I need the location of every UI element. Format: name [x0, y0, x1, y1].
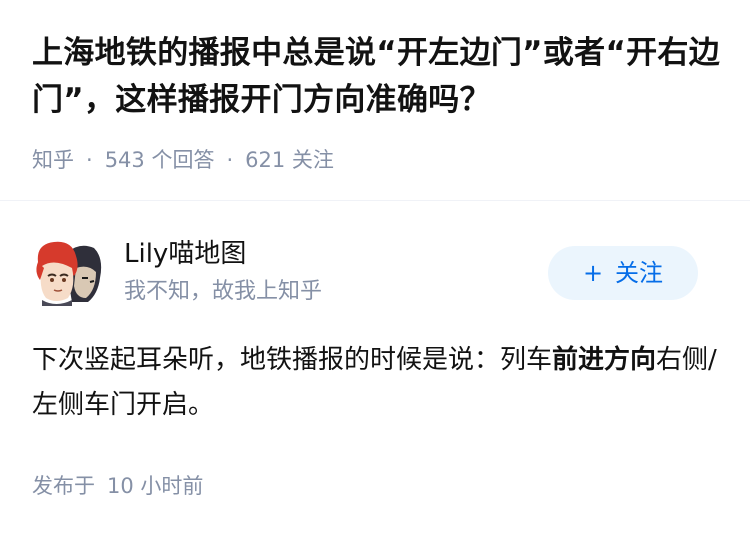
answer-timestamp: 发布于 10 小时前 — [32, 471, 203, 501]
answer-count[interactable]: 543 个回答 — [105, 148, 215, 172]
published-label: 发布于 — [32, 474, 95, 498]
avatar-illustration — [32, 238, 104, 306]
plus-icon: + — [582, 259, 604, 287]
separator-dot: · — [226, 148, 234, 172]
follower-count[interactable]: 621 关注 — [245, 148, 334, 172]
section-divider — [0, 200, 750, 201]
question-header: 上海地铁的播报中总是说“开左边门”或者“开右边门”，这样播报开门方向准确吗？ — [32, 30, 722, 124]
author-name[interactable]: Lily喵地图 — [124, 236, 246, 272]
question-meta: 知乎 · 543 个回答 · 621 关注 — [32, 145, 334, 175]
source-label[interactable]: 知乎 — [32, 148, 74, 172]
follow-button[interactable]: + 关注 — [548, 246, 698, 300]
question-title[interactable]: 上海地铁的播报中总是说“开左边门”或者“开右边门”，这样播报开门方向准确吗？ — [32, 30, 722, 124]
follow-label: 关注 — [615, 259, 664, 287]
author-bio: 我不知，故我上知乎 — [124, 279, 323, 304]
avatar[interactable] — [32, 238, 104, 306]
author-card: Lily喵地图 我不知，故我上知乎 + 关注 — [32, 236, 718, 308]
published-time: 10 小时前 — [107, 474, 204, 498]
separator-dot: · — [86, 148, 93, 172]
answer-text: 下次竖起耳朵听，地铁播报的时候是说：列车 — [32, 345, 553, 375]
answer-content[interactable]: 下次竖起耳朵听，地铁播报的时候是说：列车前进方向右侧/左侧车门开启。 — [32, 338, 722, 428]
answer-bold-text: 前进方向 — [552, 345, 657, 375]
